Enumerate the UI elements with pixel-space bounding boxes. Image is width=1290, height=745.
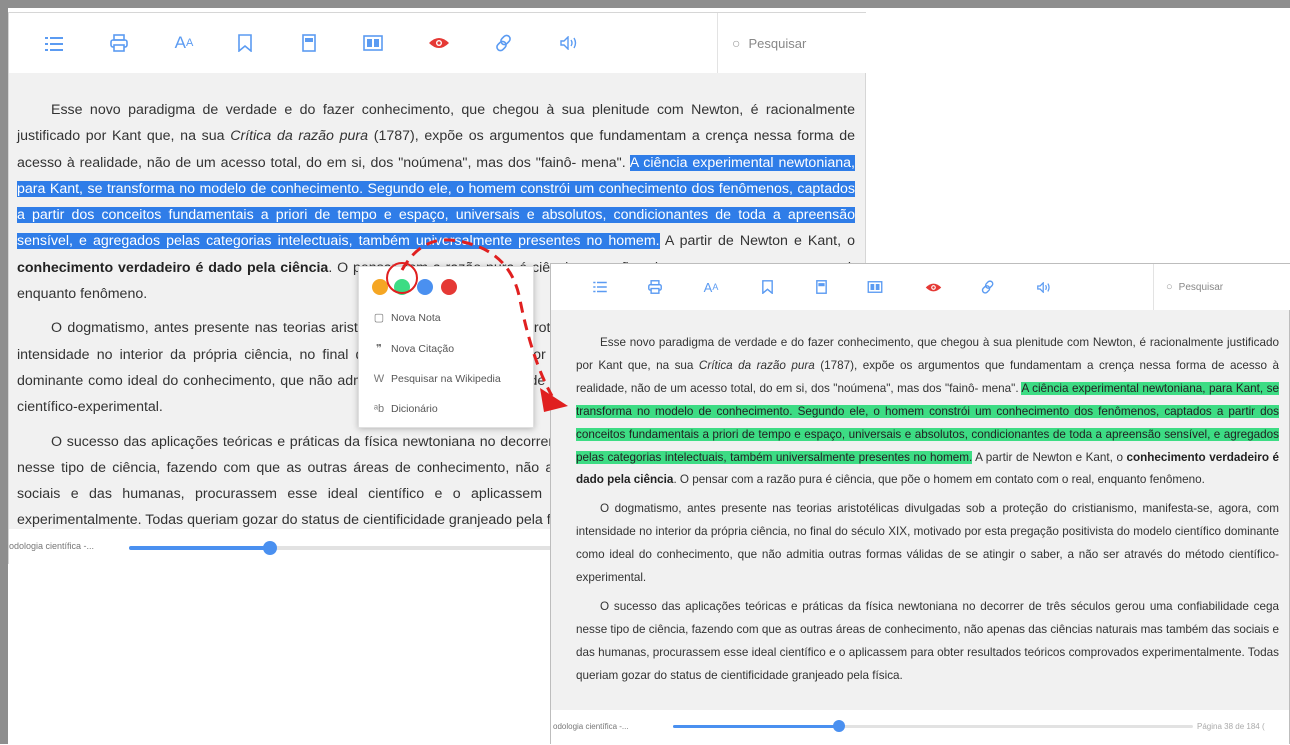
annotation-arrow (400, 238, 568, 412)
